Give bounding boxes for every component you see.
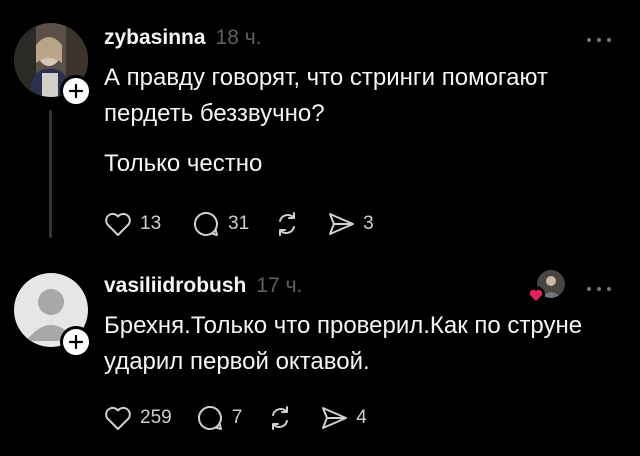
reply-count: 31 bbox=[228, 213, 250, 234]
heart-icon bbox=[527, 286, 545, 304]
thread-line bbox=[49, 110, 52, 238]
heart-icon bbox=[105, 212, 131, 236]
like-button[interactable]: 13 bbox=[102, 208, 168, 240]
like-button[interactable]: 259 bbox=[102, 402, 172, 434]
repost-icon bbox=[272, 406, 289, 430]
share-count: 4 bbox=[356, 407, 367, 428]
post: vasiliidrobush 17 ч. Брехня.Только что п… bbox=[0, 256, 640, 456]
repost-button[interactable] bbox=[271, 208, 303, 240]
post-actions: 259 7 4 bbox=[102, 402, 389, 434]
post-header: vasiliidrobush 17 ч. bbox=[104, 274, 302, 298]
plus-icon bbox=[69, 84, 83, 98]
post-header: zybasinna 18 ч. bbox=[104, 26, 262, 50]
username[interactable]: vasiliidrobush bbox=[104, 274, 246, 298]
share-count: 3 bbox=[363, 213, 374, 234]
like-count: 259 bbox=[140, 407, 172, 428]
timestamp: 18 ч. bbox=[215, 26, 262, 49]
post: zybasinna 18 ч. А правду говорят, что ст… bbox=[0, 0, 640, 256]
follow-button[interactable] bbox=[60, 326, 92, 358]
username[interactable]: zybasinna bbox=[104, 26, 206, 50]
heart-icon bbox=[105, 406, 131, 430]
comment-icon bbox=[197, 405, 222, 430]
send-icon bbox=[329, 213, 355, 235]
more-options-icon[interactable] bbox=[584, 35, 614, 45]
liked-by-author-indicator bbox=[527, 270, 565, 306]
post-actions: 13 31 3 bbox=[102, 208, 396, 240]
plus-icon bbox=[69, 335, 83, 349]
follow-button[interactable] bbox=[60, 75, 92, 107]
timestamp: 17 ч. bbox=[256, 274, 303, 297]
like-count: 13 bbox=[140, 213, 162, 234]
post-text: Только честно bbox=[104, 150, 263, 177]
repost-icon bbox=[279, 212, 296, 236]
post-text: А правду говорят, что стринги помогают п… bbox=[104, 64, 548, 127]
reply-button[interactable]: 31 bbox=[190, 208, 249, 240]
post-text: Брехня.Только что проверил.Как по струне… bbox=[104, 312, 583, 375]
reply-button[interactable]: 7 bbox=[194, 402, 243, 434]
repost-button[interactable] bbox=[264, 402, 296, 434]
more-options-icon[interactable] bbox=[584, 284, 614, 294]
send-icon bbox=[322, 407, 348, 429]
reply-count: 7 bbox=[231, 407, 243, 428]
comment-icon bbox=[194, 211, 218, 236]
share-button[interactable]: 3 bbox=[325, 208, 374, 240]
share-button[interactable]: 4 bbox=[318, 402, 367, 434]
